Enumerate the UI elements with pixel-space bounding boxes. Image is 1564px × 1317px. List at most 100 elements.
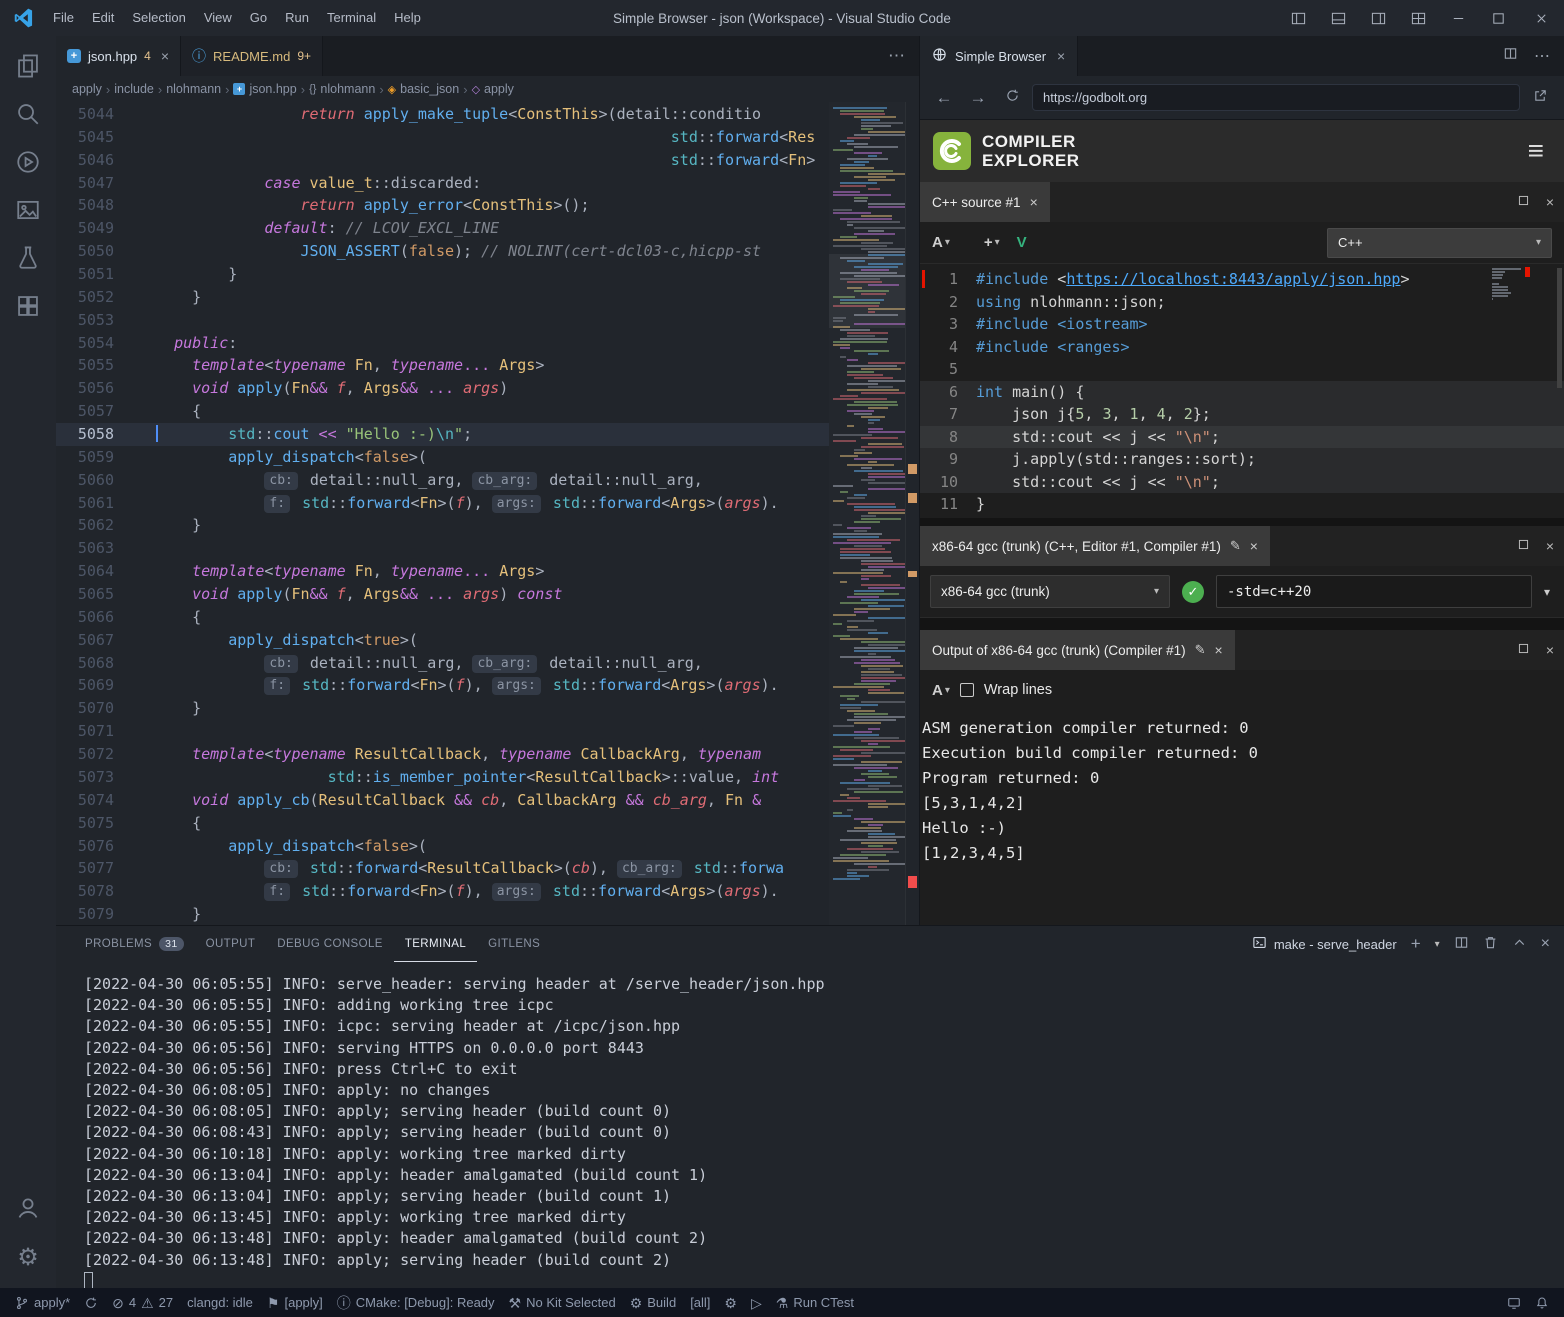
close-pane-icon[interactable]: × [1546, 538, 1554, 554]
status-launch[interactable]: ▷ [744, 1288, 769, 1317]
compiler-pane-tab[interactable]: x86-64 gcc (trunk) (C++, Editor #1, Comp… [920, 526, 1270, 566]
activity-settings[interactable]: ⚙ [4, 1234, 52, 1282]
breadcrumb-item-apply[interactable]: ◇apply [472, 82, 514, 96]
breadcrumb-item-basic-json[interactable]: ◈basic_json [388, 82, 460, 96]
customize-layout-icon[interactable] [1398, 0, 1438, 36]
menu-terminal[interactable]: Terminal [318, 0, 385, 36]
status-cmake-kit[interactable]: ⚒No Kit Selected [502, 1288, 623, 1317]
chevron-down-icon[interactable]: ▾ [1435, 939, 1440, 950]
kill-terminal-icon[interactable] [1483, 935, 1498, 953]
maximize-pane-icon[interactable] [1517, 194, 1530, 210]
status-run-ctest[interactable]: ⚗Run CTest [769, 1288, 861, 1317]
status-clangd[interactable]: clangd: idle [180, 1288, 260, 1317]
compiler-options-input[interactable]: -std=c++20 [1216, 575, 1532, 608]
breadcrumb-item-json-hpp[interactable]: +json.hpp [233, 82, 296, 96]
more-actions-icon[interactable]: ⋯ [1534, 46, 1550, 66]
edit-title-icon[interactable]: ✎ [1195, 642, 1206, 658]
status-cmake-status[interactable]: ⓘCMake: [Debug]: Ready [330, 1288, 502, 1317]
panel-tab-terminal[interactable]: TERMINAL [394, 926, 477, 962]
layout-panel-icon[interactable] [1318, 0, 1358, 36]
url-input[interactable] [1032, 84, 1520, 111]
status-notifications[interactable] [1528, 1288, 1556, 1317]
activity-run-debug[interactable] [4, 140, 52, 188]
overview-ruler[interactable] [905, 102, 919, 925]
tab-readme-md[interactable]: ⓘREADME.md9+ [181, 36, 323, 76]
maximize-panel-icon[interactable] [1512, 935, 1527, 953]
close-pane-icon[interactable]: × [1546, 194, 1554, 210]
status-build[interactable]: ⚙Build [623, 1288, 683, 1317]
activity-account[interactable] [4, 1186, 52, 1234]
source-pane-tab[interactable]: C++ source #1 × [920, 182, 1050, 222]
compiler-select[interactable]: x86-64 gcc (trunk) ▾ [930, 575, 1170, 608]
panel-tab-output[interactable]: OUTPUT [195, 926, 267, 962]
status-problems[interactable]: ⊘4⚠27 [105, 1288, 180, 1317]
font-size-icon[interactable]: A▾ [932, 234, 950, 251]
reload-icon[interactable] [998, 84, 1026, 112]
activity-image-preview[interactable] [4, 188, 52, 236]
activity-explorer[interactable] [4, 44, 52, 92]
status-remote-explorer[interactable] [1500, 1288, 1528, 1317]
layout-sidebar-right-icon[interactable] [1358, 0, 1398, 36]
close-icon[interactable]: × [1250, 538, 1258, 554]
breadcrumb-item-nlohmann[interactable]: nlohmann [166, 82, 221, 96]
tab-simple-browser[interactable]: Simple Browser × [920, 36, 1078, 76]
breadcrumb-item-apply[interactable]: apply [72, 82, 102, 96]
close-icon[interactable]: × [1057, 48, 1065, 64]
activity-search[interactable] [4, 92, 52, 140]
add-pane-icon[interactable]: +▾ [984, 234, 1000, 251]
panel-tab-gitlens[interactable]: GITLENS [477, 926, 551, 962]
chevron-down-icon[interactable]: ▾ [1544, 585, 1554, 599]
compiler-output[interactable]: ASM generation compiler returned: 0Execu… [920, 710, 1564, 925]
panel-tab-debug-console[interactable]: DEBUG CONSOLE [266, 926, 394, 962]
menu-file[interactable]: File [44, 0, 83, 36]
status-build-target[interactable]: [all] [683, 1288, 717, 1317]
panel-tab-problems[interactable]: PROBLEMS31 [74, 926, 195, 962]
code-editor[interactable]: 5044 return apply_make_tuple<ConstThis>(… [56, 102, 919, 925]
maximize-pane-icon[interactable] [1517, 642, 1530, 658]
wrap-lines-checkbox[interactable] [960, 683, 974, 697]
close-icon[interactable]: × [1030, 194, 1038, 210]
godbolt-source-editor[interactable]: 1#include <https://localhost:8443/apply/… [920, 264, 1564, 518]
hamburger-menu-icon[interactable]: ≡ [1528, 135, 1552, 167]
activity-extensions[interactable] [4, 284, 52, 332]
include-link[interactable]: https://localhost:8443/apply/json.hpp [1066, 270, 1400, 288]
close-icon[interactable]: × [161, 48, 169, 64]
forward-icon[interactable]: → [964, 84, 992, 112]
output-pane-tab[interactable]: Output of x86-64 gcc (trunk) (Compiler #… [920, 630, 1235, 670]
new-terminal-icon[interactable]: + [1411, 934, 1421, 954]
language-select[interactable]: C++ ▾ [1327, 228, 1552, 258]
font-size-icon[interactable]: A▾ [932, 682, 950, 699]
breadcrumb-item-nlohmann[interactable]: {}nlohmann [309, 82, 375, 96]
status-cmake-project[interactable]: ⚑[apply] [260, 1288, 330, 1317]
maximize-pane-icon[interactable] [1517, 538, 1530, 554]
status-git-branch[interactable]: apply* [8, 1288, 77, 1317]
close-icon[interactable]: × [1215, 642, 1223, 658]
tab-json-hpp[interactable]: +json.hpp4× [56, 36, 181, 76]
menu-run[interactable]: Run [276, 0, 318, 36]
terminal-process-select[interactable]: make - serve_header [1252, 935, 1397, 953]
close-pane-icon[interactable]: × [1546, 642, 1554, 658]
minimap[interactable] [829, 102, 905, 925]
more-actions-icon[interactable]: ⋯ [888, 46, 905, 66]
menu-selection[interactable]: Selection [123, 0, 194, 36]
activity-testing[interactable] [4, 236, 52, 284]
layout-sidebar-left-icon[interactable] [1278, 0, 1318, 36]
back-icon[interactable]: ← [930, 84, 958, 112]
menu-edit[interactable]: Edit [83, 0, 123, 36]
menu-view[interactable]: View [195, 0, 241, 36]
split-editor-icon[interactable] [1503, 46, 1518, 66]
status-debug-target[interactable]: ⚙ [717, 1288, 744, 1317]
status-publish[interactable] [77, 1288, 105, 1317]
scrollbar-thumb[interactable] [1557, 268, 1562, 388]
vim-mode-icon[interactable]: V [1017, 234, 1027, 251]
menu-help[interactable]: Help [385, 0, 430, 36]
edit-title-icon[interactable]: ✎ [1230, 538, 1241, 554]
close-panel-icon[interactable]: × [1541, 935, 1550, 953]
minimize-button[interactable] [1438, 0, 1478, 36]
split-terminal-icon[interactable] [1454, 935, 1469, 953]
maximize-button[interactable] [1478, 0, 1518, 36]
breadcrumb-item-include[interactable]: include [114, 82, 154, 96]
open-external-icon[interactable] [1526, 84, 1554, 112]
menu-go[interactable]: Go [241, 0, 276, 36]
terminal-content[interactable]: [2022-04-30 06:05:55] INFO: serve_header… [56, 962, 1564, 1288]
